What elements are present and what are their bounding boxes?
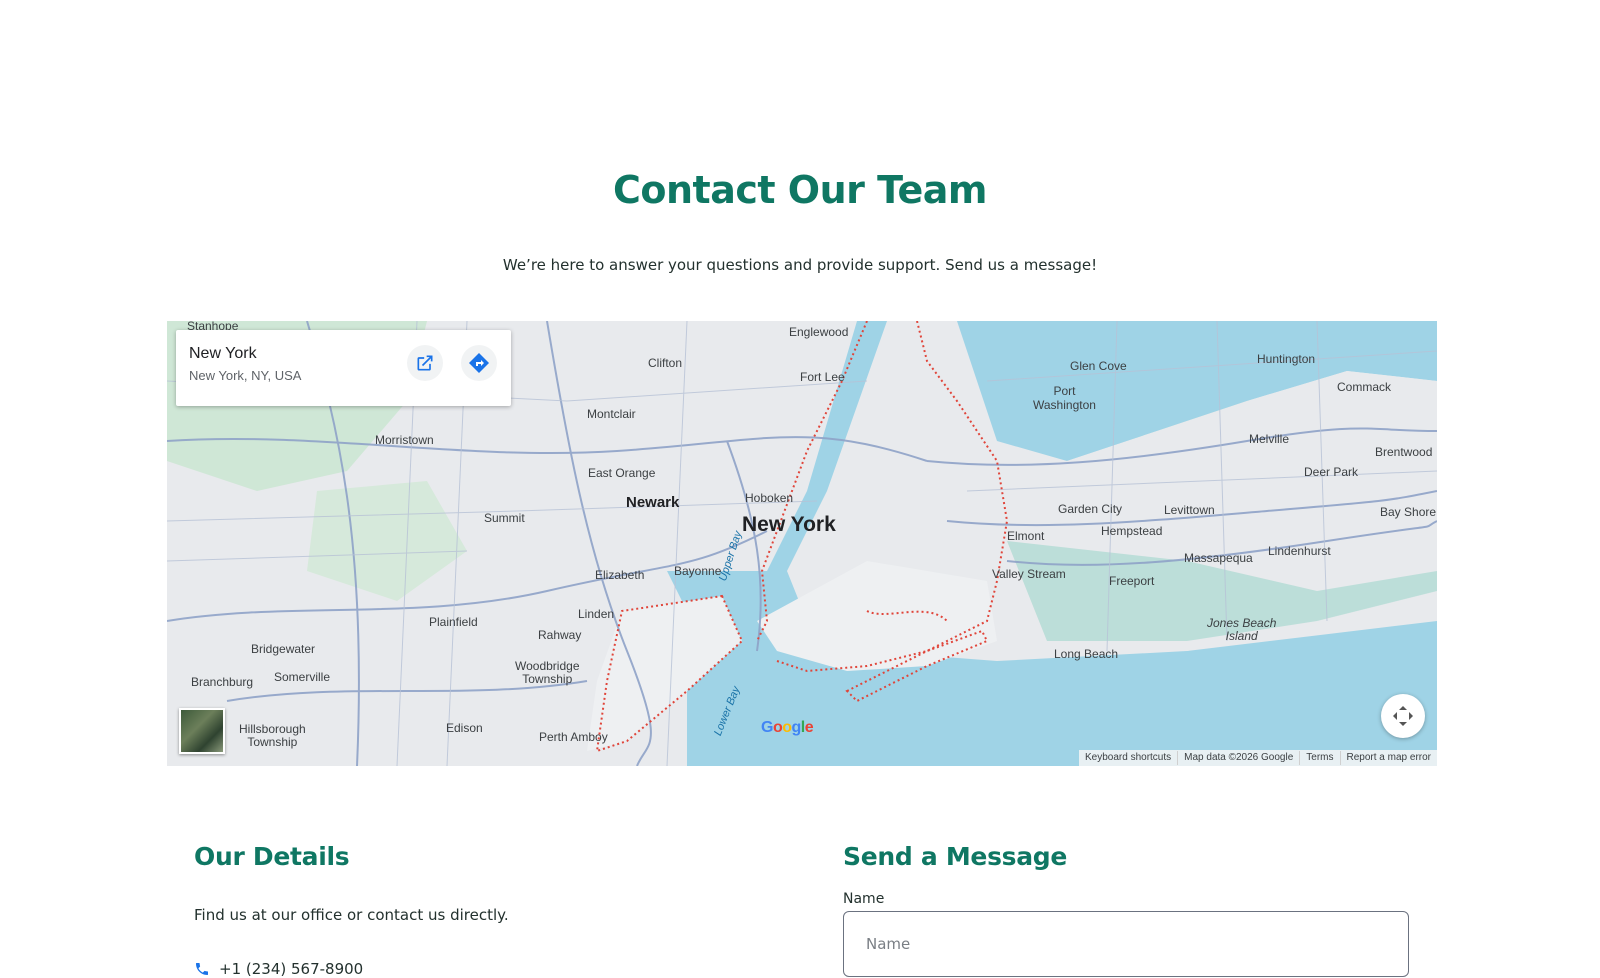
- satellite-toggle-thumbnail[interactable]: [179, 708, 225, 754]
- page-title: Contact Our Team: [613, 168, 988, 212]
- map-label-new-york: New York: [742, 513, 836, 536]
- map-label: Freeport: [1109, 574, 1155, 588]
- fullscreen-icon: [1393, 706, 1413, 726]
- google-logo: Google: [761, 719, 814, 736]
- map-attribution: Keyboard shortcuts Map data ©2026 Google…: [1078, 750, 1437, 766]
- map-label: Woodbridge Township: [515, 659, 580, 686]
- map-label: Perth Amboy: [539, 730, 608, 744]
- map-label: Port Washington: [1033, 384, 1096, 412]
- map-label: Hoboken: [745, 491, 794, 505]
- map-label: Bridgewater: [251, 642, 316, 656]
- terms-link[interactable]: Terms: [1299, 751, 1339, 765]
- map-label: Jones Beach Island: [1207, 616, 1277, 643]
- map-label: Melville: [1249, 432, 1290, 446]
- map-label: Branchburg: [191, 675, 254, 689]
- embedded-map[interactable]: Stanhope Englewood Clifton Fort Lee Glen…: [167, 321, 1437, 766]
- phone-number: +1 (234) 567-8900: [219, 960, 364, 978]
- details-description: Find us at our office or contact us dire…: [194, 906, 509, 924]
- map-label: Levittown: [1164, 503, 1215, 517]
- page-subtitle: We’re here to answer your questions and …: [502, 256, 1098, 274]
- map-label: Clifton: [648, 356, 683, 370]
- map-label: Englewood: [789, 325, 849, 339]
- phone-icon: [196, 963, 208, 975]
- map-data-text: Map data ©2026 Google: [1177, 751, 1299, 765]
- open-external-icon: [417, 355, 433, 371]
- map-label: Elizabeth: [595, 568, 645, 582]
- map-label: Elmont: [1007, 529, 1045, 543]
- map-label: Massapequa: [1184, 551, 1253, 565]
- map-label: Deer Park: [1304, 465, 1359, 479]
- map-label: Long Beach: [1054, 647, 1119, 661]
- map-label: Hillsborough Township: [239, 722, 306, 749]
- map-label: Hempstead: [1101, 524, 1163, 538]
- phone-contact[interactable]: +1 (234) 567-8900: [194, 960, 363, 978]
- fullscreen-button[interactable]: [1381, 694, 1425, 738]
- map-label: Montclair: [587, 407, 636, 421]
- map-label: Valley Stream: [992, 567, 1066, 581]
- map-label: Commack: [1337, 380, 1392, 394]
- map-label: Garden City: [1058, 502, 1123, 516]
- map-label: Huntington: [1257, 352, 1316, 366]
- place-address: New York, NY, USA: [189, 368, 302, 383]
- directions-button[interactable]: [461, 345, 497, 381]
- name-input[interactable]: [843, 911, 1409, 977]
- our-details-heading: Our Details: [194, 842, 350, 871]
- map-label: Morristown: [375, 433, 434, 447]
- map-label: Edison: [446, 721, 483, 735]
- map-label: Fort Lee: [800, 370, 845, 384]
- place-name: New York: [189, 345, 257, 362]
- map-label: Glen Cove: [1070, 359, 1127, 373]
- map-label: Brentwood: [1375, 445, 1433, 459]
- directions-icon: [469, 353, 489, 373]
- map-label: Rahway: [538, 628, 582, 642]
- map-label: Bayonne: [674, 564, 722, 578]
- map-label: Newark: [626, 494, 680, 511]
- open-in-maps-button[interactable]: [407, 345, 443, 381]
- map-label: Lindenhurst: [1268, 544, 1331, 558]
- map-label: Summit: [484, 511, 525, 525]
- map-label: Plainfield: [429, 615, 478, 629]
- map-label: Linden: [578, 607, 615, 621]
- map-label: East Orange: [588, 466, 656, 480]
- send-message-heading: Send a Message: [843, 842, 1068, 871]
- map-place-card: New York New York, NY, USA: [176, 330, 511, 406]
- report-map-error-link[interactable]: Report a map error: [1339, 751, 1437, 765]
- keyboard-shortcuts-link[interactable]: Keyboard shortcuts: [1079, 751, 1177, 765]
- map-label: Somerville: [274, 670, 331, 684]
- map-label: Bay Shore: [1380, 505, 1437, 519]
- name-label: Name: [843, 891, 885, 907]
